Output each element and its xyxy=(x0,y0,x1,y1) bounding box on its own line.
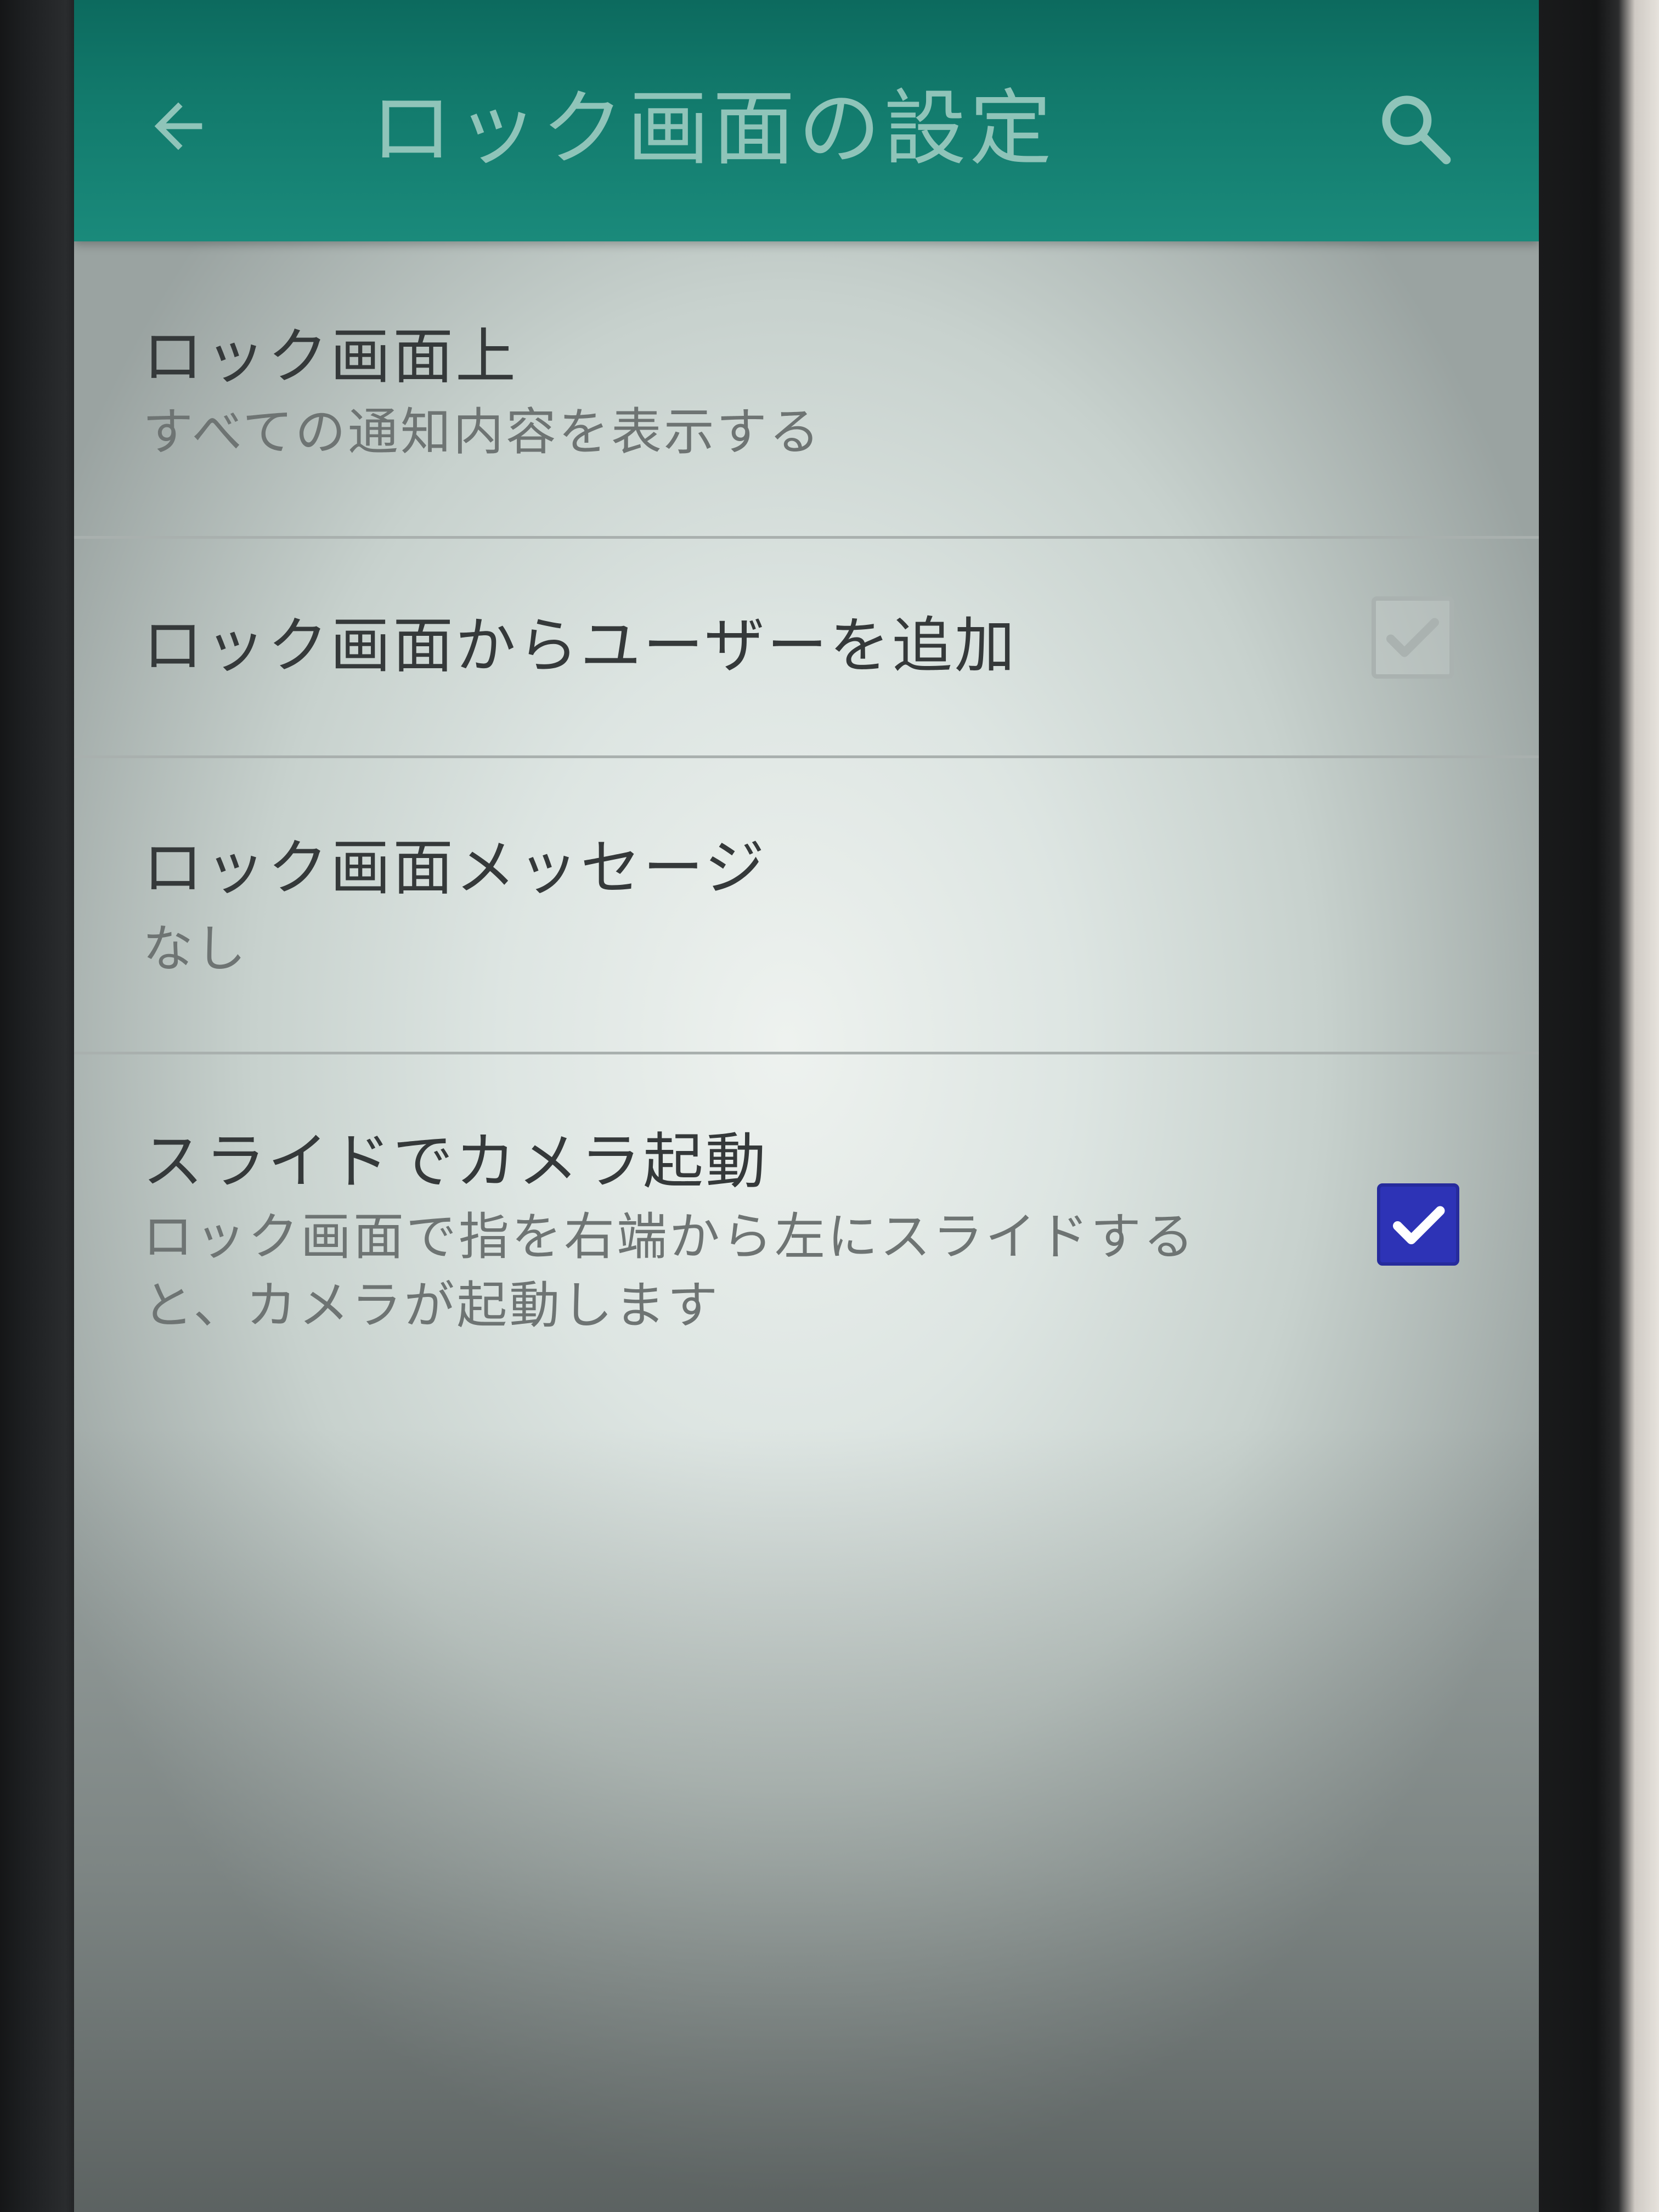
pref-lock-screen-notifications[interactable]: ロック画面上 すべての通知内容を表示する xyxy=(74,241,1539,538)
page-title: ロック画面の設定 xyxy=(370,81,1056,177)
search-button[interactable] xyxy=(1369,82,1462,176)
phone-screen: ロック画面の設定 ロック画面上 すべての通知内容を表示する ロック画面からユーザ… xyxy=(74,0,1539,2212)
pref-summary-line1: ロック画面で指を右端から左にスライドする xyxy=(143,1207,1197,1266)
add-user-checkbox[interactable] xyxy=(1372,596,1454,679)
pref-summary: すべての通知内容を表示する xyxy=(143,403,822,461)
pref-summary: なし xyxy=(143,919,249,978)
phone-bezel-right xyxy=(1536,0,1659,2212)
pref-title: ロック画面上 xyxy=(143,321,518,392)
back-button[interactable] xyxy=(134,82,222,170)
pref-summary-line2: と、カメラが起動します xyxy=(143,1276,720,1335)
app-bar: ロック画面の設定 xyxy=(74,0,1539,241)
pref-add-user-from-lock-screen[interactable]: ロック画面からユーザーを追加 xyxy=(74,539,1539,757)
check-icon xyxy=(1393,1206,1445,1244)
slide-camera-checkbox[interactable] xyxy=(1377,1183,1459,1266)
pref-title: スライドでカメラ起動 xyxy=(143,1126,768,1197)
pref-lock-screen-message[interactable]: ロック画面メッセージ なし xyxy=(74,758,1539,1053)
pref-title: ロック画面メッセージ xyxy=(143,833,767,903)
search-icon xyxy=(1382,95,1451,165)
pref-slide-camera-launch[interactable]: スライドでカメラ起動 ロック画面で指を右端から左にスライドする と、カメラが起動… xyxy=(74,1054,1539,1406)
arrow-back-icon xyxy=(154,102,202,150)
check-icon xyxy=(1386,618,1439,657)
pref-title: ロック画面からユーザーを追加 xyxy=(143,611,1017,681)
